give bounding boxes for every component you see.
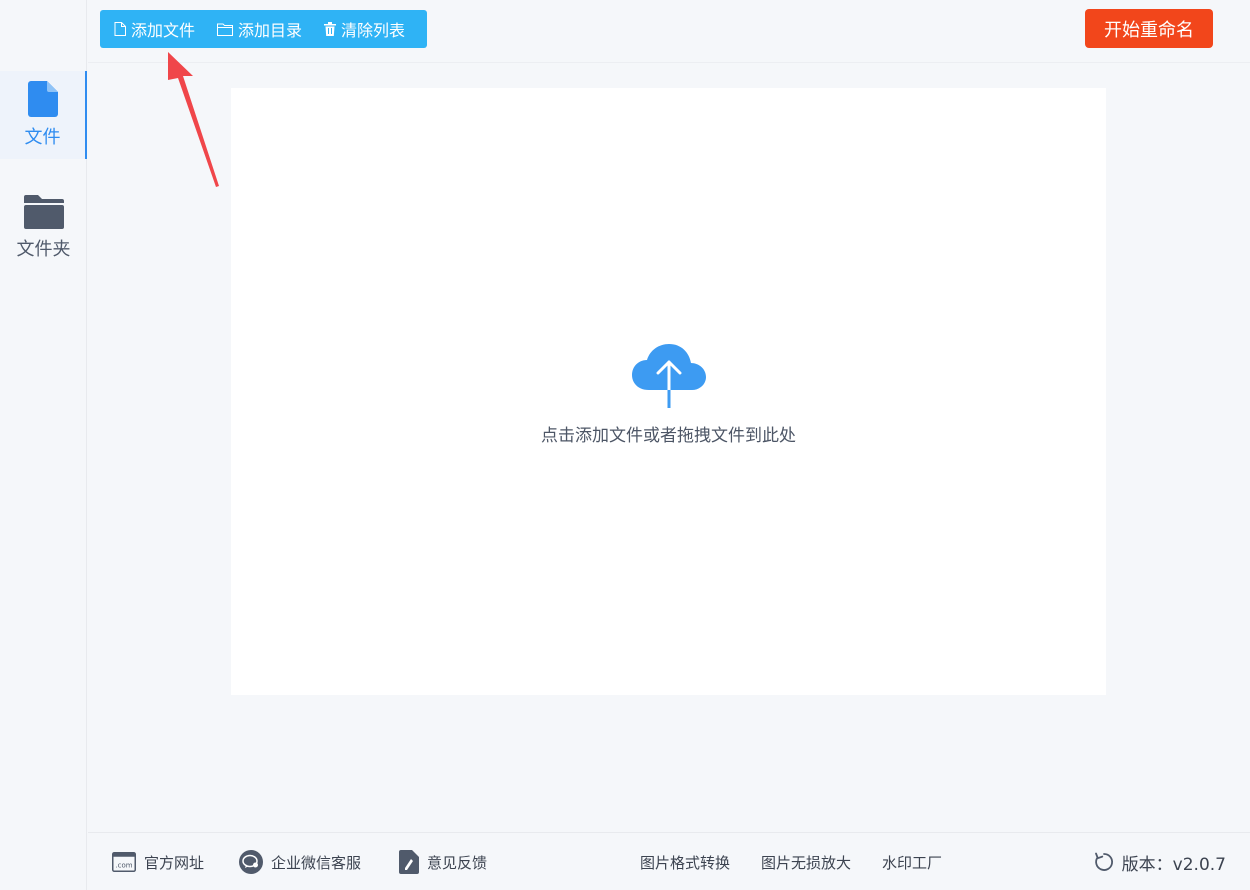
feedback-icon — [399, 850, 419, 874]
sidebar-item-label: 文件夹 — [16, 239, 71, 260]
sidebar-item-label: 文件 — [24, 127, 61, 148]
svg-text:.com: .com — [115, 862, 132, 870]
add-file-button[interactable]: 添加文件 — [114, 17, 195, 41]
start-rename-button[interactable]: 开始重命名 — [1085, 9, 1213, 48]
folder-outline-icon — [217, 23, 234, 36]
wechat-service-link[interactable]: 企业微信客服 — [239, 833, 361, 890]
format-convert-label: 图片格式转换 — [640, 853, 731, 872]
top-divider — [88, 62, 1250, 63]
clear-list-label: 清除列表 — [341, 21, 406, 40]
add-directory-button[interactable]: 添加目录 — [217, 17, 302, 41]
add-file-label: 添加文件 — [131, 21, 196, 40]
add-directory-label: 添加目录 — [238, 21, 303, 40]
toolbar: 添加文件 添加目录 清除列表 — [100, 10, 427, 48]
website-icon: .com — [112, 852, 136, 872]
app-window: 文件 文件夹 添加文件 添加目录 清除列表 开始重命名 点击添加文件或者拖拽文件… — [0, 0, 1250, 890]
version-label: 版本：v2.0.7 — [1121, 854, 1226, 875]
sidebar: 文件 文件夹 — [0, 0, 87, 890]
folder-icon — [23, 195, 64, 229]
lossless-upscale-link[interactable]: 图片无损放大 — [761, 833, 851, 890]
lossless-upscale-label: 图片无损放大 — [761, 853, 852, 872]
annotation-arrow-icon — [168, 52, 219, 187]
official-site-link[interactable]: .com 官方网址 — [112, 833, 204, 890]
sidebar-item-folder[interactable]: 文件夹 — [0, 184, 87, 272]
file-outline-icon — [114, 22, 126, 36]
drop-hint-text: 点击添加文件或者拖拽文件到此处 — [541, 426, 796, 446]
clear-list-button[interactable]: 清除列表 — [324, 17, 405, 41]
wechat-icon — [239, 850, 263, 874]
file-icon — [27, 81, 58, 117]
watermark-factory-link[interactable]: 水印工厂 — [882, 833, 942, 890]
file-drop-zone[interactable]: 点击添加文件或者拖拽文件到此处 — [231, 88, 1106, 695]
cloud-upload-icon — [632, 344, 706, 410]
footer-bar: .com 官方网址 企业微信客服 意见反馈 图片格式转换 图片无损放大 水印工厂… — [88, 832, 1250, 890]
feedback-link[interactable]: 意见反馈 — [399, 833, 487, 890]
watermark-factory-label: 水印工厂 — [882, 853, 943, 872]
trash-icon — [324, 22, 337, 36]
version-info[interactable]: 版本：v2.0.7 — [1094, 833, 1226, 890]
refresh-icon — [1094, 852, 1113, 871]
wechat-service-label: 企业微信客服 — [271, 853, 362, 872]
feedback-label: 意见反馈 — [427, 853, 488, 872]
format-convert-link[interactable]: 图片格式转换 — [640, 833, 730, 890]
official-site-label: 官方网址 — [144, 853, 205, 872]
sidebar-item-file[interactable]: 文件 — [0, 71, 87, 159]
